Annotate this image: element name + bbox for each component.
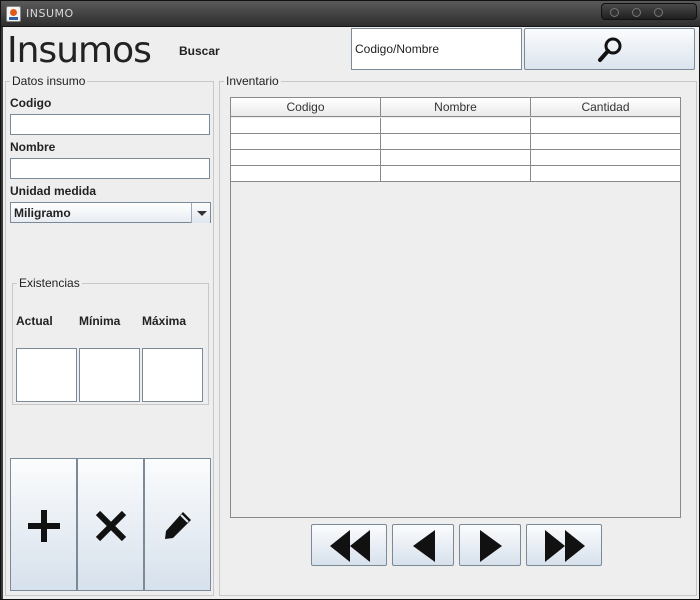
edit-button[interactable] — [144, 458, 211, 591]
content-panel: Insumos Buscar Datos insumo Codigo Nombr… — [3, 27, 699, 599]
inventario-table[interactable]: Codigo Nombre Cantidad — [230, 97, 681, 518]
close-icon[interactable] — [654, 8, 663, 17]
maxima-field[interactable] — [142, 348, 203, 402]
search-input[interactable] — [351, 28, 522, 70]
page-title: Insumos — [7, 30, 152, 71]
minima-label: Mínima — [79, 314, 121, 328]
inventario-label: Inventario — [224, 74, 281, 88]
table-cell — [381, 134, 531, 149]
nombre-label: Nombre — [10, 140, 56, 154]
double-left-icon — [330, 530, 370, 562]
first-page-button[interactable] — [311, 524, 387, 566]
table-row[interactable] — [231, 166, 680, 182]
plus-icon — [28, 510, 60, 542]
pencil-icon — [165, 512, 191, 539]
column-header-cantidad[interactable]: Cantidad — [531, 98, 680, 117]
table-cell — [381, 118, 531, 133]
unidad-medida-value: Miligramo — [14, 206, 71, 220]
java-icon — [6, 6, 21, 22]
search-button[interactable] — [524, 28, 695, 70]
actual-field[interactable] — [16, 348, 77, 402]
table-row[interactable] — [231, 150, 680, 166]
maxima-label: Máxima — [142, 314, 187, 328]
app-window: INSUMO Insumos Buscar Datos insumo Codig… — [0, 0, 700, 600]
table-cell — [381, 166, 531, 181]
table-cell — [531, 134, 680, 149]
left-icon — [413, 530, 435, 562]
x-icon — [95, 510, 127, 542]
table-cell — [381, 150, 531, 165]
codigo-field[interactable] — [10, 114, 210, 135]
table-cell — [531, 118, 680, 133]
column-header-codigo[interactable]: Codigo — [231, 98, 381, 117]
chevron-down-icon[interactable] — [191, 203, 210, 223]
codigo-label: Codigo — [10, 96, 52, 110]
unidad-medida-label: Unidad medida — [10, 184, 97, 198]
unidad-medida-select[interactable]: Miligramo — [10, 202, 211, 223]
delete-button[interactable] — [77, 458, 144, 591]
table-cell — [231, 150, 381, 165]
table-cell — [531, 166, 680, 181]
last-page-button[interactable] — [526, 524, 602, 566]
table-cell — [531, 150, 680, 165]
add-button[interactable] — [10, 458, 77, 591]
window-title: INSUMO — [26, 7, 74, 20]
existencias-label: Existencias — [17, 276, 82, 290]
minima-field[interactable] — [79, 348, 140, 402]
table-cell — [231, 166, 381, 181]
previous-page-button[interactable] — [392, 524, 454, 566]
title-bar[interactable]: INSUMO — [1, 1, 700, 27]
search-label: Buscar — [179, 44, 220, 58]
datos-insumo-label: Datos insumo — [10, 74, 88, 88]
actual-label: Actual — [16, 314, 53, 328]
nombre-field[interactable] — [10, 158, 210, 179]
table-cell — [231, 118, 381, 133]
double-right-icon — [545, 530, 585, 562]
table-cell — [231, 134, 381, 149]
window-controls — [601, 3, 697, 20]
search-icon — [598, 37, 622, 62]
table-row[interactable] — [231, 118, 680, 134]
column-header-nombre[interactable]: Nombre — [381, 98, 531, 117]
next-page-button[interactable] — [459, 524, 521, 566]
maximize-icon[interactable] — [632, 8, 641, 17]
table-row[interactable] — [231, 134, 680, 150]
right-icon — [480, 530, 502, 562]
table-header: Codigo Nombre Cantidad — [231, 98, 680, 117]
minimize-icon[interactable] — [610, 8, 619, 17]
